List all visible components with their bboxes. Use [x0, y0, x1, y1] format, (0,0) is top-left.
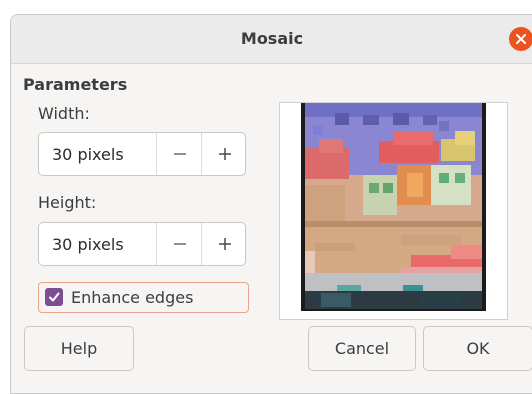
close-button[interactable]	[509, 27, 532, 51]
enhance-edges-checkbox[interactable]	[45, 288, 63, 306]
mosaic-preview-image	[301, 103, 486, 311]
width-label: Width:	[38, 104, 90, 123]
parameters-heading: Parameters	[23, 75, 128, 94]
ok-button[interactable]: OK	[423, 326, 532, 371]
plus-icon	[218, 148, 231, 160]
width-value[interactable]: 30 pixels	[52, 145, 124, 164]
height-value[interactable]: 30 pixels	[52, 235, 124, 254]
minus-icon	[173, 243, 186, 245]
height-increment-button[interactable]	[201, 223, 247, 265]
width-decrement-button[interactable]	[156, 133, 202, 175]
height-spinbox[interactable]: 30 pixels	[38, 222, 246, 266]
help-button[interactable]: Help	[24, 326, 134, 371]
checkmark-icon	[49, 292, 60, 302]
cancel-button[interactable]: Cancel	[308, 326, 416, 371]
height-decrement-button[interactable]	[156, 223, 202, 265]
height-label: Height:	[38, 193, 97, 212]
enhance-edges-checkbox-row[interactable]: Enhance edges	[38, 282, 249, 313]
plus-icon	[218, 238, 231, 250]
preview-frame	[279, 102, 508, 320]
title-bar: Mosaic	[11, 15, 532, 64]
mosaic-dialog: Mosaic Parameters Width: 30 pixels Heigh…	[10, 14, 532, 394]
close-icon	[516, 34, 526, 44]
width-increment-button[interactable]	[201, 133, 247, 175]
minus-icon	[173, 153, 186, 155]
width-spinbox[interactable]: 30 pixels	[38, 132, 246, 176]
dialog-title: Mosaic	[240, 29, 304, 48]
enhance-edges-label[interactable]: Enhance edges	[71, 288, 193, 307]
